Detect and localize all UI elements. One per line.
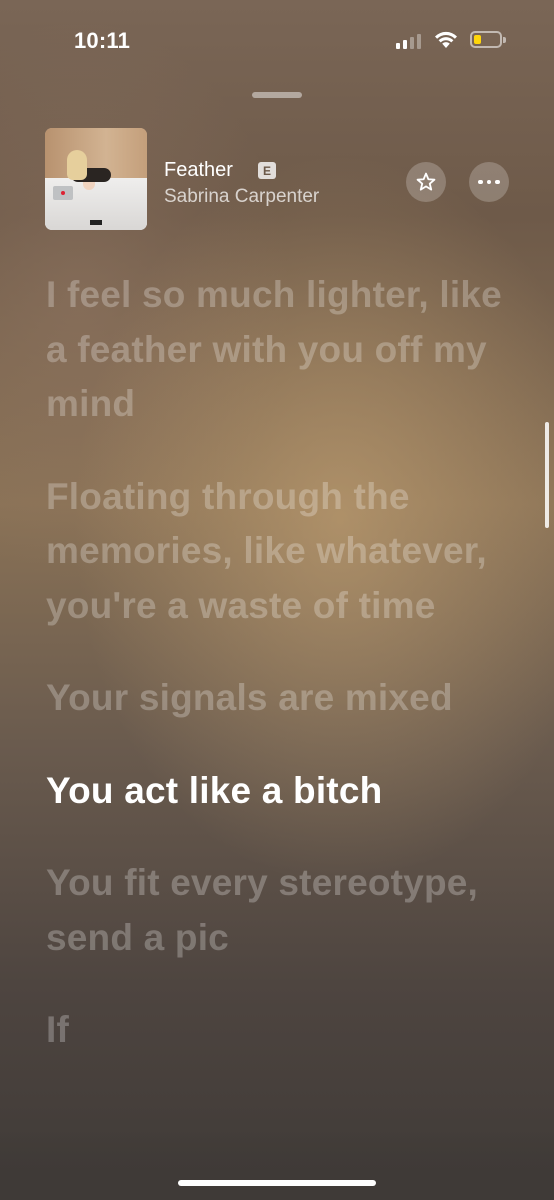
explicit-badge: E [258,162,276,179]
sheet-grabber[interactable] [252,92,302,98]
wifi-icon [435,31,457,48]
album-artwork[interactable] [45,128,147,230]
status-time: 10:11 [74,28,131,53]
favorite-button[interactable] [406,162,446,202]
ellipsis-icon [478,179,500,185]
home-indicator[interactable] [178,1180,376,1186]
song-title[interactable]: Feather [164,159,233,182]
bottom-fade [0,1130,554,1200]
scrollbar[interactable] [545,422,549,528]
lyric-line[interactable]: You fit every stereotype, send a pic [46,856,506,965]
star-icon [416,172,436,191]
battery-icon [470,31,506,48]
lyrics-view[interactable]: I feel so much lighter, like a feather w… [46,268,506,1058]
lyric-line[interactable]: Floating through the memories, like what… [46,470,506,634]
lyric-line[interactable]: If [46,1003,506,1058]
lyric-line[interactable]: Your signals are mixed [46,671,506,726]
now-playing-header: Feather E Sabrina Carpenter [45,128,515,232]
lyric-line-active[interactable]: You act like a bitch [46,764,506,819]
lyric-line[interactable]: I feel so much lighter, like a feather w… [46,268,506,432]
cellular-signal-icon [396,33,421,49]
status-bar: 10:11 [0,0,554,80]
artist-name[interactable]: Sabrina Carpenter [164,186,319,208]
more-options-button[interactable] [469,162,509,202]
